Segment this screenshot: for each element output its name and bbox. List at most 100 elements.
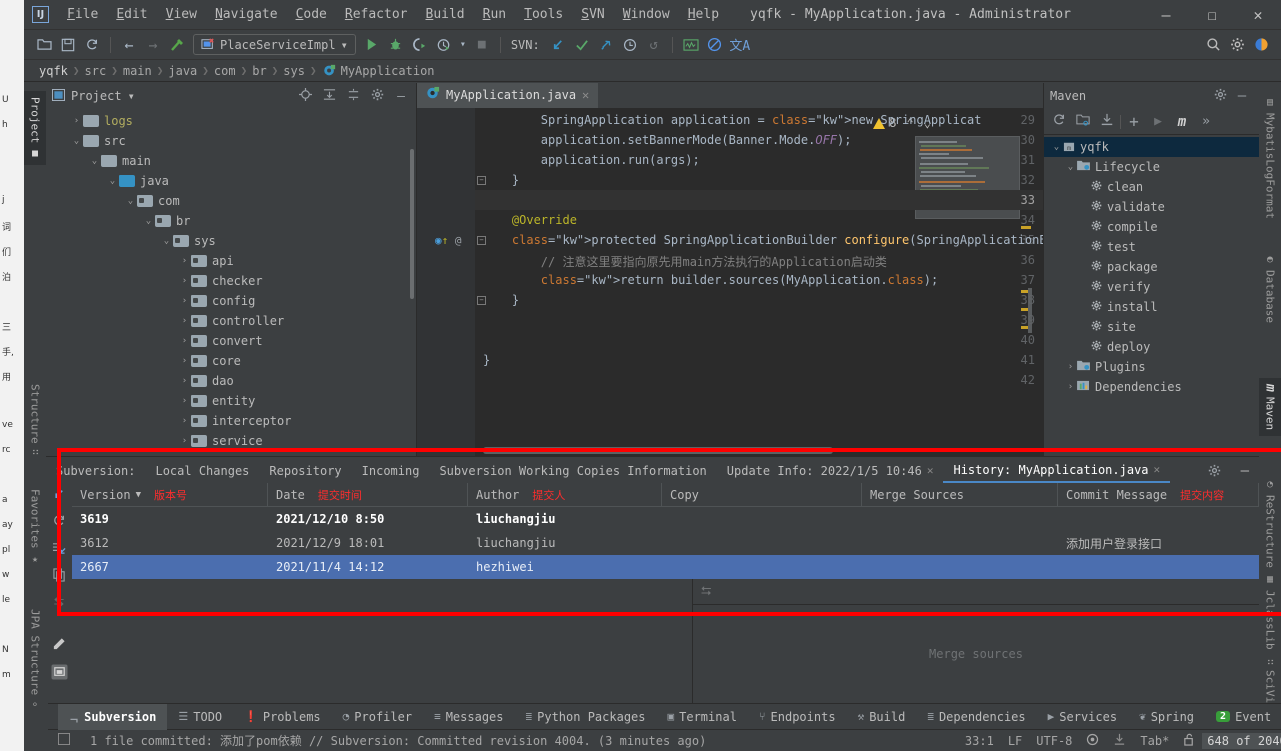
maven-item-test[interactable]: test (1044, 237, 1259, 257)
code-fold-marker[interactable]: − (477, 296, 486, 305)
project-tree-scrollbar[interactable] (410, 149, 414, 299)
table-row[interactable]: 2667 2021/11/4 14:12 hezhiwei (72, 555, 1259, 579)
bottom-tab-dependencies[interactable]: ≣ Dependencies (916, 704, 1036, 730)
chevron-right-icon[interactable]: › (178, 356, 191, 366)
chevron-right-icon[interactable]: › (178, 296, 191, 306)
menu-view[interactable]: View (157, 5, 206, 24)
maven-item-plugins[interactable]: › Plugins (1044, 357, 1259, 377)
maven-item-install[interactable]: install (1044, 297, 1259, 317)
left-tab-jpa-structure[interactable]: JPA Structure ⚬ (24, 603, 46, 717)
project-tree-item-convert[interactable]: › convert (46, 331, 416, 351)
right-tab-restructure[interactable]: ◔ ReStructure (1259, 473, 1281, 574)
maven-item-dependencies[interactable]: › Dependencies (1044, 377, 1259, 397)
close-button[interactable]: ✕ (1235, 0, 1281, 30)
expand-all-icon[interactable] (320, 88, 338, 104)
download-sources-icon[interactable] (1096, 113, 1118, 131)
menu-edit[interactable]: Edit (107, 5, 156, 24)
hammer-build-icon[interactable] (165, 34, 189, 56)
bottom-tab-services[interactable]: ▶ Services (1037, 704, 1128, 730)
close-icon[interactable]: ✕ (582, 88, 589, 102)
debug-bug-icon[interactable] (384, 34, 408, 56)
bottom-tab-messages[interactable]: ≡ Messages (423, 704, 514, 730)
menu-help[interactable]: Help (679, 5, 728, 24)
profiler-chevron-down-icon[interactable]: ▾ (456, 34, 470, 56)
breadcrumb-myapplication[interactable]: MyApplication (338, 64, 438, 78)
breadcrumb-src[interactable]: src (82, 64, 110, 78)
right-tab-database[interactable]: ◓ Database (1259, 248, 1281, 329)
column-header-version[interactable]: Version ▼ 版本号 (72, 482, 268, 507)
memory-indicator[interactable]: 648 of 2040M (1202, 732, 1281, 749)
project-tree-item-dao[interactable]: › dao (46, 371, 416, 391)
chevron-right-icon[interactable]: › (70, 116, 83, 126)
bottom-tab-endpoints[interactable]: ⑂ Endpoints (748, 704, 847, 730)
menu-svn[interactable]: SVN (572, 5, 613, 24)
project-tree-item-core[interactable]: › core (46, 351, 416, 371)
svn-tab-subversion-working-copies-information[interactable]: Subversion Working Copies Information (429, 457, 716, 483)
breadcrumb-yqfk[interactable]: yqfk (36, 64, 71, 78)
project-tree-item-br[interactable]: ⌄ br (46, 211, 416, 231)
column-header-author[interactable]: Author 提交人 (468, 482, 662, 507)
project-tree-item-logs[interactable]: › logs (46, 111, 416, 131)
chevron-down-icon[interactable]: ⌄ (70, 136, 83, 146)
maven-item-package[interactable]: package (1044, 257, 1259, 277)
menu-window[interactable]: Window (614, 5, 679, 24)
chevron-right-icon[interactable]: › (1064, 362, 1077, 372)
folder-open-icon[interactable] (32, 34, 56, 56)
override-method-gutter-icon[interactable]: ◉↑ @ (435, 234, 462, 247)
chevron-right-icon[interactable]: › (1064, 382, 1077, 392)
right-tab-maven[interactable]: m Maven (1259, 378, 1281, 436)
project-tree-item-main[interactable]: ⌄ main (46, 151, 416, 171)
menu-bar[interactable]: File Edit View Navigate Code Refactor Build Run… (58, 5, 728, 24)
locate-file-icon[interactable] (296, 88, 314, 104)
project-tree-item-controller[interactable]: › controller (46, 311, 416, 331)
edit-icon[interactable] (52, 637, 66, 655)
subversion-tab-bar[interactable]: Subversion: Local Changes Repository Incom… (46, 457, 1259, 483)
svn-minimize-icon[interactable]: — (1231, 457, 1259, 483)
code-fold-marker[interactable]: − (477, 236, 486, 245)
right-tab-mybatislogformat[interactable]: ▤ MybatisLogFormat (1259, 91, 1281, 225)
line-separator[interactable]: LF (1001, 734, 1029, 748)
project-minimize-icon[interactable]: — (392, 89, 410, 104)
account-icon[interactable] (1249, 34, 1273, 56)
chevron-down-icon[interactable]: ⌄ (1050, 142, 1063, 152)
copy-icon[interactable] (52, 568, 66, 586)
caret-position[interactable]: 33:1 (958, 734, 1001, 748)
show-diff-icon[interactable] (52, 541, 67, 559)
close-icon[interactable]: ✕ (1154, 463, 1161, 476)
right-tab-jclasslib[interactable]: ▦ JclassLib (1259, 568, 1281, 656)
maven-item-deploy[interactable]: deploy (1044, 337, 1259, 357)
menu-build[interactable]: Build (417, 5, 474, 24)
menu-navigate[interactable]: Navigate (206, 5, 287, 24)
bottom-tab-problems[interactable]: ❗ Problems (233, 704, 332, 730)
project-tree-item-service[interactable]: › service (46, 431, 416, 451)
chevron-right-icon[interactable]: › (178, 436, 191, 446)
project-tree-item-checker[interactable]: › checker (46, 271, 416, 291)
menu-file[interactable]: File (58, 5, 107, 24)
chevron-right-icon[interactable]: › (178, 376, 191, 386)
chevron-right-icon[interactable]: › (178, 256, 191, 266)
sync-icon[interactable] (80, 34, 104, 56)
close-icon[interactable]: ✕ (927, 464, 934, 477)
maven-item-yqfk[interactable]: ⌄ m yqfk (1044, 137, 1259, 157)
project-tree[interactable]: › logs ⌄ src ⌄ main ⌄ java ⌄ com ⌄ br ⌄ sys › api › check… (46, 109, 416, 456)
table-row[interactable]: 3619 2021/12/10 8:50 liuchangjiu (72, 507, 1259, 531)
run-icon[interactable] (360, 34, 384, 56)
column-header-merge-sources[interactable]: Merge Sources (862, 482, 1058, 507)
refresh-icon[interactable] (52, 514, 66, 532)
chevron-down-icon[interactable]: ⌄ (106, 176, 119, 186)
chevron-down-icon[interactable]: ⌄ (124, 196, 137, 206)
bottom-tab-build[interactable]: ⚒ Build (847, 704, 917, 730)
left-tab-favorites[interactable]: Favorites ★ (24, 483, 46, 571)
breadcrumb-main[interactable]: main (120, 64, 155, 78)
search-icon[interactable] (1201, 34, 1225, 56)
maximize-button[interactable]: ☐ (1189, 0, 1235, 30)
chevron-down-icon[interactable]: ⌄ (1064, 162, 1077, 172)
maven-gear-icon[interactable] (1209, 88, 1231, 105)
gear-icon[interactable] (1225, 34, 1249, 56)
chevron-down-icon[interactable]: ⌄ (88, 156, 101, 166)
preview-icon[interactable] (51, 664, 68, 684)
unlocked-icon[interactable] (1176, 733, 1202, 749)
project-tree-item-src[interactable]: ⌄ src (46, 131, 416, 151)
more-icon[interactable]: » (1195, 114, 1217, 129)
chevron-right-icon[interactable]: › (178, 416, 191, 426)
